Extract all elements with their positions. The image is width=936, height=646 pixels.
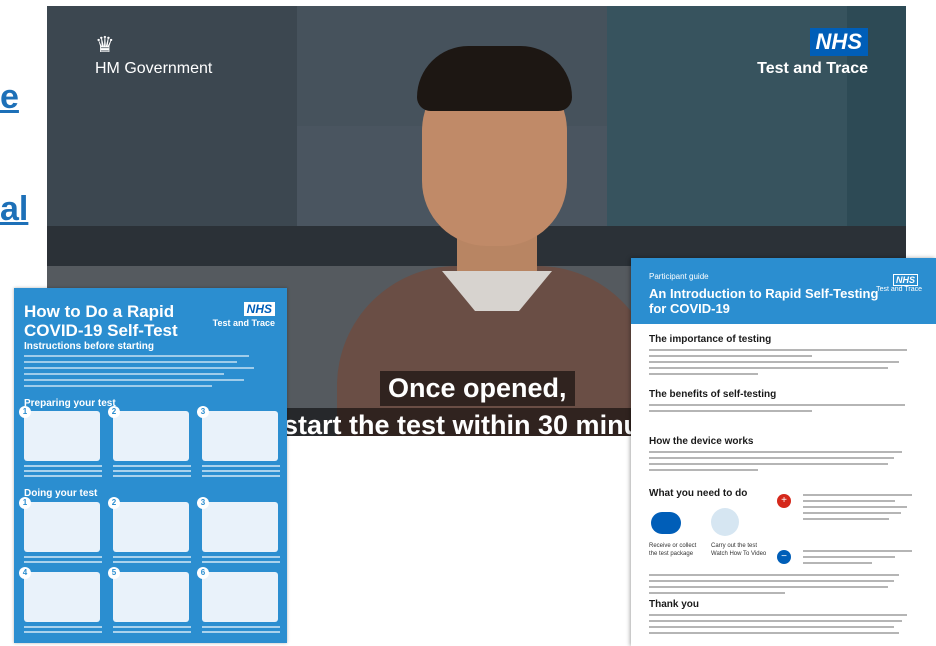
positive-result-icon: + [777,494,791,508]
poster-step-card: 3 [197,406,278,461]
document-paragraph [649,404,921,416]
poster-step-card: 2 [108,406,189,461]
document-heading: What you need to do [649,488,748,499]
poster-instructions-text [24,355,274,391]
side-link-bottom[interactable]: al [0,190,28,229]
nhs-logo-badge: NHS [809,28,868,56]
document-title: An Introduction to Rapid Self-Testing fo… [649,286,879,316]
poster-test-and-trace-label: Test and Trace [212,318,275,328]
poster-step-card: 3 [197,497,278,552]
poster-step-card: 5 [108,567,189,622]
document-heading: The importance of testing [649,334,772,345]
document-paragraph [649,451,921,475]
negative-result-text [803,550,918,568]
poster-section-heading: Instructions before starting [24,341,155,352]
document-pre-title: Participant guide [649,272,709,281]
poster-title: How to Do a Rapid COVID-19 Self-Test [24,302,178,340]
need-step-2-label[interactable]: Carry out the test Watch How To Video [711,542,771,558]
document-test-and-trace-label: Test and Trace [876,286,922,293]
document-heading: The benefits of self-testing [649,389,777,400]
test-package-icon [651,512,681,534]
poster-step-card: 6 [197,567,278,622]
poster-section-heading: Preparing your test [24,398,116,409]
subtitle-line-1: Once opened, [380,371,575,406]
test-and-trace-label: Test and Trace [757,60,868,77]
document-paragraph [649,574,921,598]
hm-government-label: HM Government [95,60,213,77]
document-heading: Thank you [649,599,700,610]
poster-section-heading: Doing your test [24,488,98,499]
poster-step-card: 4 [19,567,100,622]
document-paragraph [649,349,921,379]
document-paragraph [649,614,921,638]
document-heading: How the device works [649,436,754,447]
positive-result-text [803,494,918,524]
swab-icon [711,508,739,536]
document-nhs-badge: NHS [892,274,918,286]
poster-nhs-badge: NHS [243,302,275,316]
subtitle-line-2: start the test within 30 minu [275,408,649,436]
need-step-1-label: Receive or collect the test package [649,543,697,557]
negative-result-icon: − [777,550,791,564]
poster-step-card: 1 [19,406,100,461]
presenter-hair [417,46,572,111]
poster-step-card: 1 [19,497,100,552]
poster-step-card: 2 [108,497,189,552]
side-link-top[interactable]: e [0,78,19,117]
hm-government-logo: ♛ HM Government [95,32,212,78]
participant-guide-thumbnail[interactable]: Participant guide An Introduction to Rap… [631,258,936,646]
self-test-poster-thumbnail[interactable]: How to Do a Rapid COVID-19 Self-Test NHS… [14,288,287,643]
royal-crest-icon: ♛ [95,32,115,57]
